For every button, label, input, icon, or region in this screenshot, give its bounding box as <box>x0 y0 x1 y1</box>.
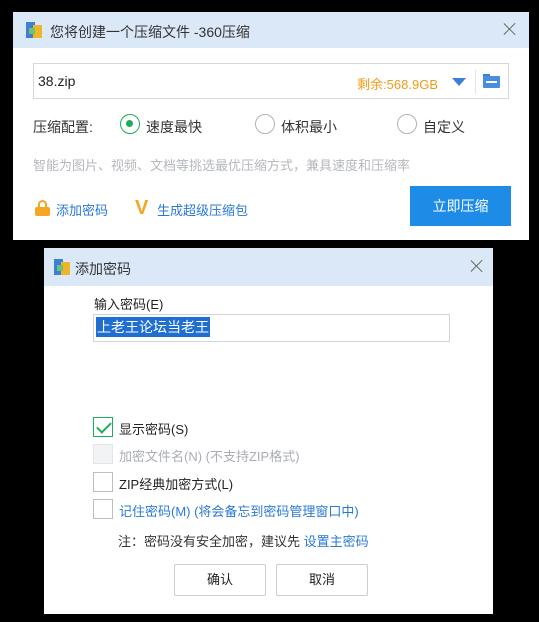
zip-classic-encryption-label[interactable]: ZIP经典加密方式(L) <box>119 474 233 493</box>
close-icon[interactable] <box>470 259 484 273</box>
compress-window: 您将创建一个压缩文件 -360压缩 38.zip 剩余:568.9GB 压缩配置… <box>13 12 529 240</box>
radio-smallest-label[interactable]: 体积最小 <box>281 117 337 137</box>
add-password-dialog: 添加密码 输入密码(E) 上老王论坛当老王 显示密码(S) 加密文件名(N) (… <box>44 248 493 614</box>
compress-titlebar: 您将创建一个压缩文件 -360压缩 <box>13 12 529 48</box>
compress-config-label: 压缩配置: <box>33 119 93 135</box>
compress-now-button[interactable]: 立即压缩 <box>410 186 511 226</box>
radio-checked-icon[interactable] <box>120 114 140 134</box>
compress-window-title: 您将创建一个压缩文件 -360压缩 <box>50 24 250 40</box>
archive-filename[interactable]: 38.zip <box>38 73 75 89</box>
security-note: 注：密码没有安全加密，建议先 设置主密码 <box>118 531 369 550</box>
cancel-button[interactable]: 取消 <box>276 564 368 596</box>
security-note-text: 注：密码没有安全加密，建议先 <box>118 534 304 549</box>
archive-path-input[interactable]: 38.zip 剩余:568.9GB <box>33 63 509 99</box>
password-input[interactable]: 上老王论坛当老王 <box>93 314 450 342</box>
archive-app-icon <box>54 259 70 275</box>
dialog-titlebar: 添加密码 <box>44 248 493 286</box>
vip-v-icon: V <box>135 197 149 219</box>
radio-fastest-label[interactable]: 速度最快 <box>146 117 202 137</box>
folder-icon[interactable] <box>483 74 500 88</box>
dialog-title: 添加密码 <box>75 261 131 277</box>
checkbox-disabled-icon <box>93 444 113 464</box>
checkbox-checked-icon[interactable] <box>93 417 113 437</box>
encrypt-filename-label: 加密文件名(N) (不支持ZIP格式) <box>119 449 300 464</box>
checkbox-unchecked-icon[interactable] <box>93 472 113 492</box>
lock-icon <box>35 200 50 216</box>
radio-unchecked-icon[interactable] <box>255 114 275 134</box>
close-icon[interactable] <box>503 22 517 36</box>
set-master-password-link[interactable]: 设置主密码 <box>304 534 369 549</box>
password-value[interactable]: 上老王论坛当老王 <box>96 317 210 337</box>
radio-unchecked-icon[interactable] <box>397 114 417 134</box>
show-password-label[interactable]: 显示密码(S) <box>119 419 188 438</box>
free-space-label: 剩余:568.9GB <box>357 77 438 92</box>
remember-password-label[interactable]: 记住密码(M) (将会备忘到密码管理窗口中) <box>119 501 359 520</box>
super-package-label[interactable]: 生成超级压缩包 <box>157 200 248 219</box>
radio-custom-label[interactable]: 自定义 <box>423 117 465 137</box>
divider <box>475 70 476 94</box>
smart-compress-hint: 智能为图片、视频、文档等挑选最优压缩方式，兼具速度和压缩率 <box>33 158 411 173</box>
ok-button[interactable]: 确认 <box>174 564 266 596</box>
password-input-label: 输入密码(E) <box>94 297 164 312</box>
archive-app-icon <box>26 22 42 38</box>
chevron-down-icon[interactable] <box>452 78 466 86</box>
checkbox-unchecked-icon[interactable] <box>93 499 113 519</box>
add-password-label[interactable]: 添加密码 <box>56 200 108 219</box>
